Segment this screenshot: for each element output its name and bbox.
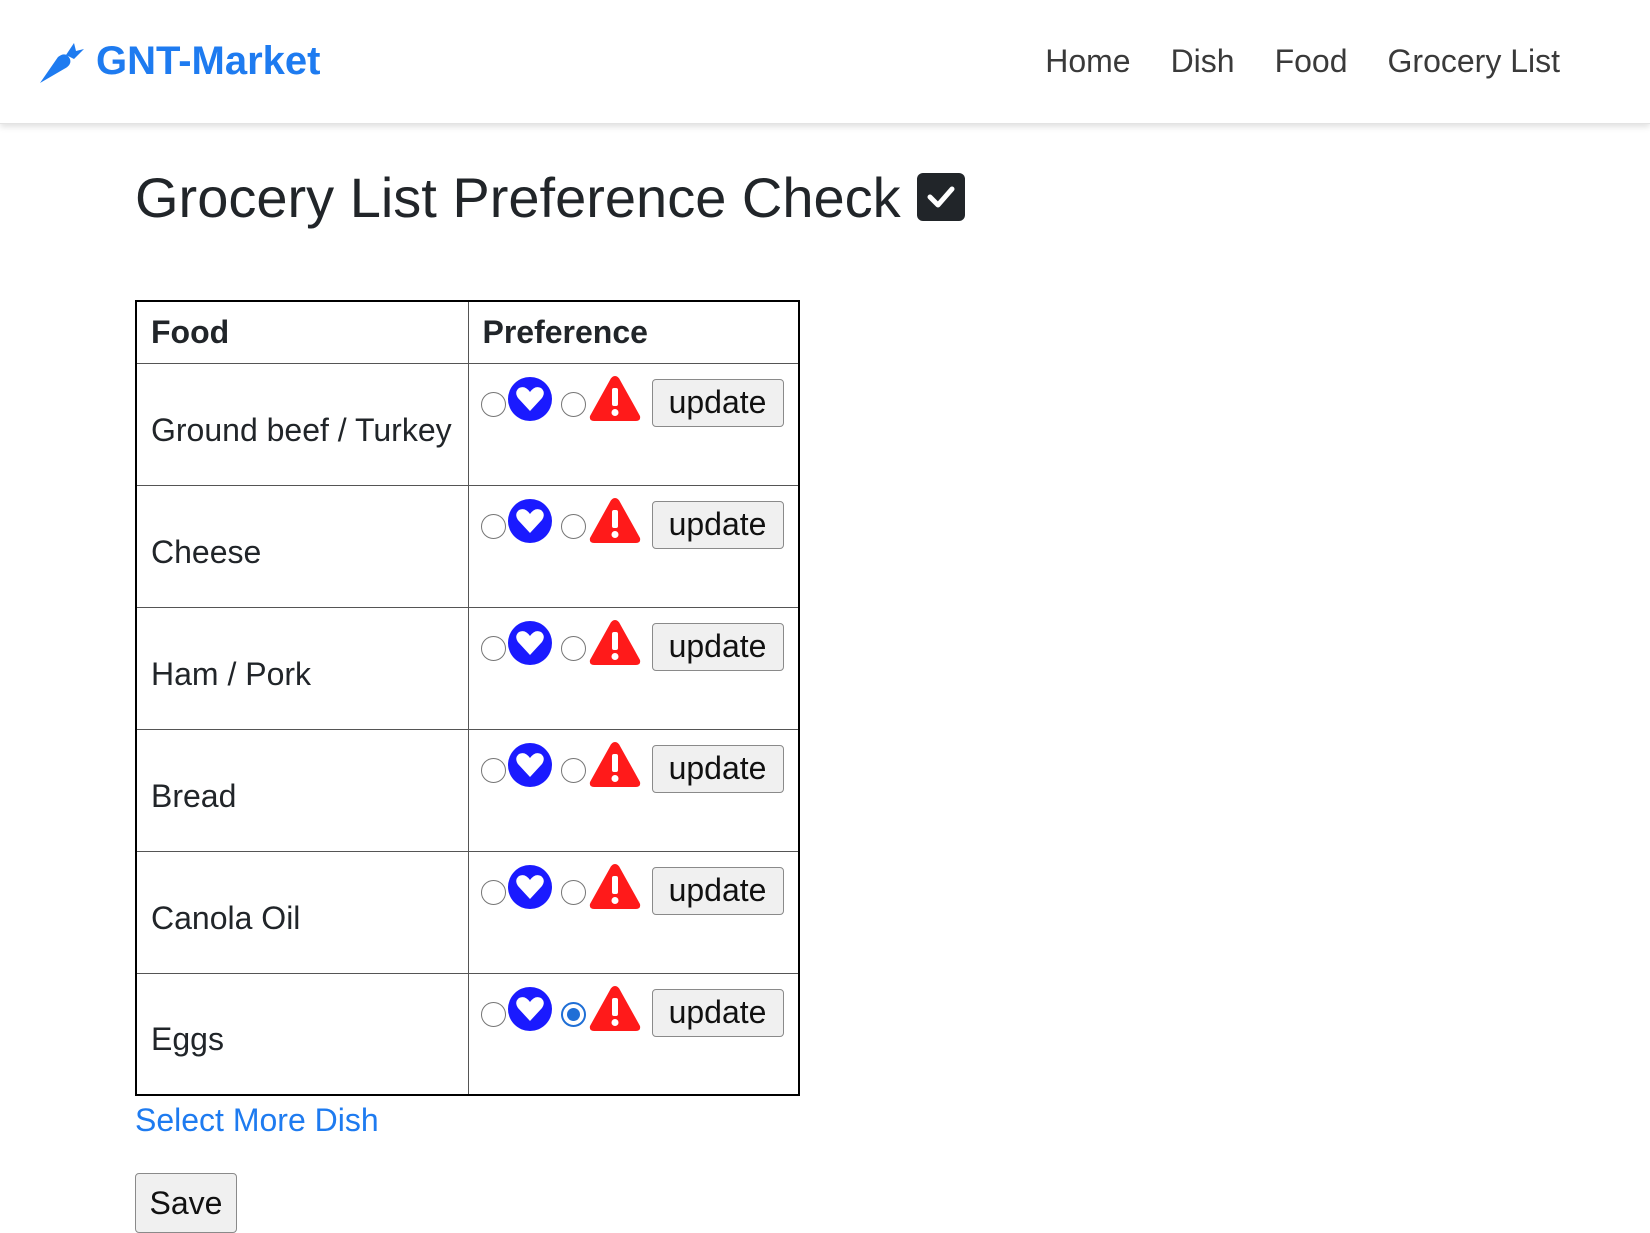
like-radio[interactable] — [480, 880, 506, 905]
preference-cell: update — [467, 362, 800, 486]
navbar: GNT-Market Home Dish Food Grocery List — [0, 0, 1650, 124]
brand-name: GNT-Market — [96, 39, 321, 83]
update-button[interactable]: update — [651, 988, 784, 1037]
nav-food[interactable]: Food — [1275, 43, 1348, 80]
allergy-radio[interactable] — [560, 392, 586, 417]
heart-icon — [506, 864, 553, 910]
table-row: Bread update — [135, 728, 800, 852]
warning-icon — [586, 619, 642, 667]
warning-icon — [586, 863, 642, 911]
heart-icon — [506, 986, 553, 1032]
update-button[interactable]: update — [651, 500, 784, 549]
update-button[interactable]: update — [651, 622, 784, 671]
main-content: Grocery List Preference Check Food Prefe… — [0, 160, 1650, 1233]
table-row: Ground beef / Turkey update — [135, 362, 800, 486]
warning-icon — [586, 497, 642, 545]
table-header-row: Food Preference — [135, 300, 800, 364]
header-preference: Preference — [467, 300, 800, 364]
warning-icon — [586, 741, 642, 789]
carrot-icon — [40, 42, 84, 83]
page-title-text: Grocery List Preference Check — [135, 165, 901, 229]
allergy-radio[interactable] — [560, 514, 586, 539]
allergy-radio[interactable] — [560, 636, 586, 661]
allergy-radio[interactable] — [560, 1002, 586, 1027]
check-square-icon — [916, 173, 965, 221]
warning-icon — [586, 985, 642, 1033]
preference-table: Food Preference Ground beef / Turkey upda… — [135, 300, 800, 1096]
update-button[interactable]: update — [651, 866, 784, 915]
preference-controls: update — [480, 375, 785, 430]
like-radio[interactable] — [480, 1002, 506, 1027]
preference-cell: update — [467, 850, 800, 974]
page-title: Grocery List Preference Check — [135, 160, 1650, 234]
food-name: Bread — [135, 728, 469, 852]
preference-cell: update — [467, 728, 800, 852]
preference-controls: update — [480, 741, 785, 796]
food-name: Cheese — [135, 484, 469, 608]
nav-home[interactable]: Home — [1045, 43, 1130, 80]
update-button[interactable]: update — [651, 378, 784, 427]
table-row: Ham / Pork update — [135, 606, 800, 730]
like-radio[interactable] — [480, 636, 506, 661]
brand-link[interactable]: GNT-Market — [36, 37, 321, 87]
food-name: Canola Oil — [135, 850, 469, 974]
allergy-radio[interactable] — [560, 880, 586, 905]
save-button[interactable]: Save — [135, 1173, 237, 1233]
preference-cell: update — [467, 606, 800, 730]
nav-dish[interactable]: Dish — [1171, 43, 1235, 80]
preference-controls: update — [480, 619, 785, 674]
food-name: Ground beef / Turkey — [135, 362, 469, 486]
heart-icon — [506, 376, 553, 422]
header-food: Food — [135, 300, 469, 364]
nav-menu: Home Dish Food Grocery List — [1045, 43, 1560, 80]
preference-cell: update — [467, 972, 800, 1096]
food-name: Eggs — [135, 972, 469, 1096]
like-radio[interactable] — [480, 514, 506, 539]
warning-icon — [586, 375, 642, 423]
allergy-radio[interactable] — [560, 758, 586, 783]
table-row: Canola Oil update — [135, 850, 800, 974]
heart-icon — [506, 498, 553, 544]
heart-icon — [506, 742, 553, 788]
table-row: Eggs update — [135, 972, 800, 1096]
nav-grocery-list[interactable]: Grocery List — [1388, 43, 1560, 80]
heart-icon — [506, 620, 553, 666]
preference-controls: update — [480, 497, 785, 552]
table-row: Cheese update — [135, 484, 800, 608]
update-button[interactable]: update — [651, 744, 784, 793]
preference-cell: update — [467, 484, 800, 608]
like-radio[interactable] — [480, 758, 506, 783]
food-name: Ham / Pork — [135, 606, 469, 730]
like-radio[interactable] — [480, 392, 506, 417]
select-more-dish-link[interactable]: Select More Dish — [135, 1102, 1650, 1139]
preference-controls: update — [480, 863, 785, 918]
preference-controls: update — [480, 985, 785, 1040]
